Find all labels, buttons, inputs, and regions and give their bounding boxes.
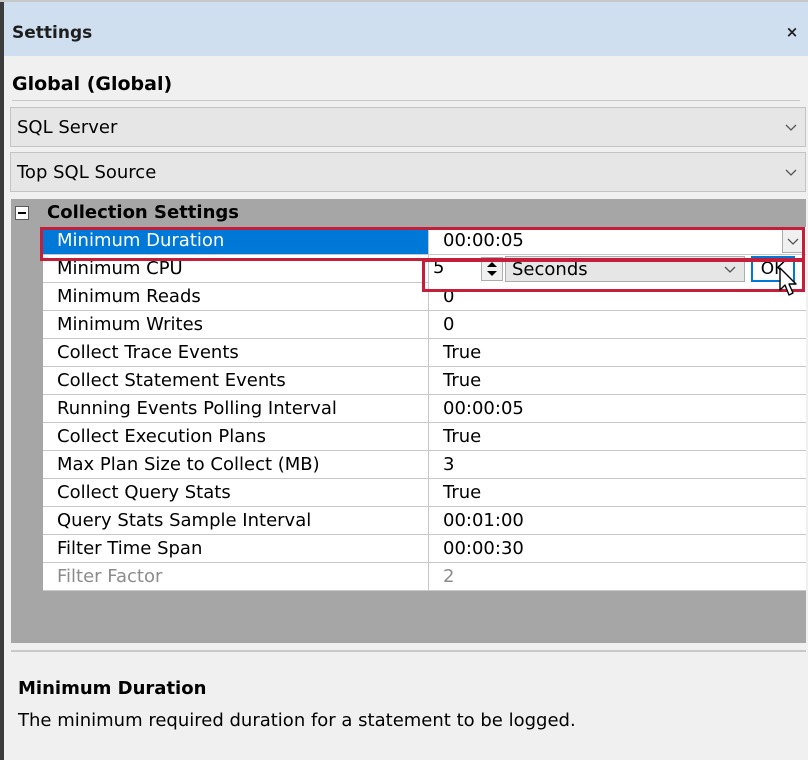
property-value: True xyxy=(443,482,482,503)
section-label: Top SQL Source xyxy=(17,162,157,183)
property-name-cell[interactable]: Filter Time Span xyxy=(43,535,429,563)
collapse-icon[interactable] xyxy=(15,206,29,220)
panel-title-bar: Settings × xyxy=(4,2,808,56)
property-value: 0 xyxy=(443,314,455,335)
property-value: 2 xyxy=(443,566,455,587)
property-value-cell: 2 xyxy=(429,563,806,591)
highlight-box-minimum-duration xyxy=(40,227,805,261)
property-row-collect-query-stats[interactable]: Collect Query Stats True xyxy=(11,479,806,507)
property-name: Minimum CPU xyxy=(57,258,183,279)
property-value-cell[interactable]: 00:01:00 xyxy=(429,507,806,535)
property-row-query-stats-sample-interval[interactable]: Query Stats Sample Interval 00:01:00 xyxy=(11,507,806,535)
property-name-cell[interactable]: Minimum Writes xyxy=(43,311,429,339)
property-value: 00:00:05 xyxy=(443,398,524,419)
property-row-minimum-writes[interactable]: Minimum Writes 0 xyxy=(11,311,806,339)
close-icon[interactable]: × xyxy=(784,21,800,43)
property-row-collect-execution-plans[interactable]: Collect Execution Plans True xyxy=(11,423,806,451)
property-row-running-events-polling-interval[interactable]: Running Events Polling Interval 00:00:05 xyxy=(11,395,806,423)
property-value: True xyxy=(443,426,482,447)
section-label: SQL Server xyxy=(17,117,118,138)
category-collection-settings[interactable]: Collection Settings xyxy=(11,199,806,227)
property-name: Filter Factor xyxy=(57,566,163,587)
category-label: Collection Settings xyxy=(47,202,239,223)
property-value: 00:00:30 xyxy=(443,538,524,559)
description-splitter[interactable] xyxy=(11,650,806,652)
property-name: Query Stats Sample Interval xyxy=(57,510,312,531)
property-value-cell[interactable]: 00:00:05 xyxy=(429,395,806,423)
property-value-cell[interactable]: True xyxy=(429,339,806,367)
property-value: 3 xyxy=(443,454,455,475)
property-name: Collect Trace Events xyxy=(57,342,239,363)
settings-panel: Settings × Global (Global) SQL Server To… xyxy=(4,2,808,760)
property-name: Minimum Writes xyxy=(57,314,204,335)
heading-divider xyxy=(12,100,800,101)
property-name: Minimum Reads xyxy=(57,286,201,307)
property-name-cell[interactable]: Max Plan Size to Collect (MB) xyxy=(43,451,429,479)
property-row-collect-trace-events[interactable]: Collect Trace Events True xyxy=(11,339,806,367)
mouse-cursor-icon xyxy=(779,267,797,296)
property-name-cell: Filter Factor xyxy=(43,563,429,591)
property-row-max-plan-size[interactable]: Max Plan Size to Collect (MB) 3 xyxy=(11,451,806,479)
property-value: 00:01:00 xyxy=(443,510,524,531)
property-value-cell[interactable]: True xyxy=(429,423,806,451)
section-sql-server[interactable]: SQL Server xyxy=(10,107,806,147)
property-value-cell[interactable]: 00:00:30 xyxy=(429,535,806,563)
property-name-cell[interactable]: Collect Execution Plans xyxy=(43,423,429,451)
property-name-cell[interactable]: Query Stats Sample Interval xyxy=(43,507,429,535)
property-name-cell[interactable]: Collect Statement Events xyxy=(43,367,429,395)
property-value-cell[interactable]: 3 xyxy=(429,451,806,479)
property-name: Filter Time Span xyxy=(57,538,203,559)
property-value-cell[interactable]: True xyxy=(429,367,806,395)
chevron-down-icon xyxy=(785,169,797,176)
chevron-down-icon xyxy=(785,124,797,131)
property-value-cell[interactable]: 0 xyxy=(429,311,806,339)
panel-title: Settings xyxy=(12,23,93,43)
property-value-cell[interactable]: True xyxy=(429,479,806,507)
global-heading: Global (Global) xyxy=(12,73,173,95)
property-name-cell[interactable]: Collect Query Stats xyxy=(43,479,429,507)
property-name: Collect Statement Events xyxy=(57,370,286,391)
property-name-cell[interactable]: Collect Trace Events xyxy=(43,339,429,367)
description-text: The minimum required duration for a stat… xyxy=(18,710,576,731)
property-row-filter-factor: Filter Factor 2 xyxy=(11,563,806,591)
property-value: True xyxy=(443,370,482,391)
property-name: Collect Query Stats xyxy=(57,482,231,503)
description-title: Minimum Duration xyxy=(18,678,207,699)
property-name: Collect Execution Plans xyxy=(57,426,267,447)
highlight-box-cpu-editor xyxy=(422,259,805,292)
property-value: True xyxy=(443,342,482,363)
section-top-sql-source[interactable]: Top SQL Source xyxy=(10,152,806,192)
property-name: Max Plan Size to Collect (MB) xyxy=(57,454,320,475)
property-row-filter-time-span[interactable]: Filter Time Span 00:00:30 xyxy=(11,535,806,563)
property-name-cell[interactable]: Minimum Reads xyxy=(43,283,429,311)
property-name-cell[interactable]: Running Events Polling Interval xyxy=(43,395,429,423)
property-name: Running Events Polling Interval xyxy=(57,398,337,419)
property-row-collect-statement-events[interactable]: Collect Statement Events True xyxy=(11,367,806,395)
